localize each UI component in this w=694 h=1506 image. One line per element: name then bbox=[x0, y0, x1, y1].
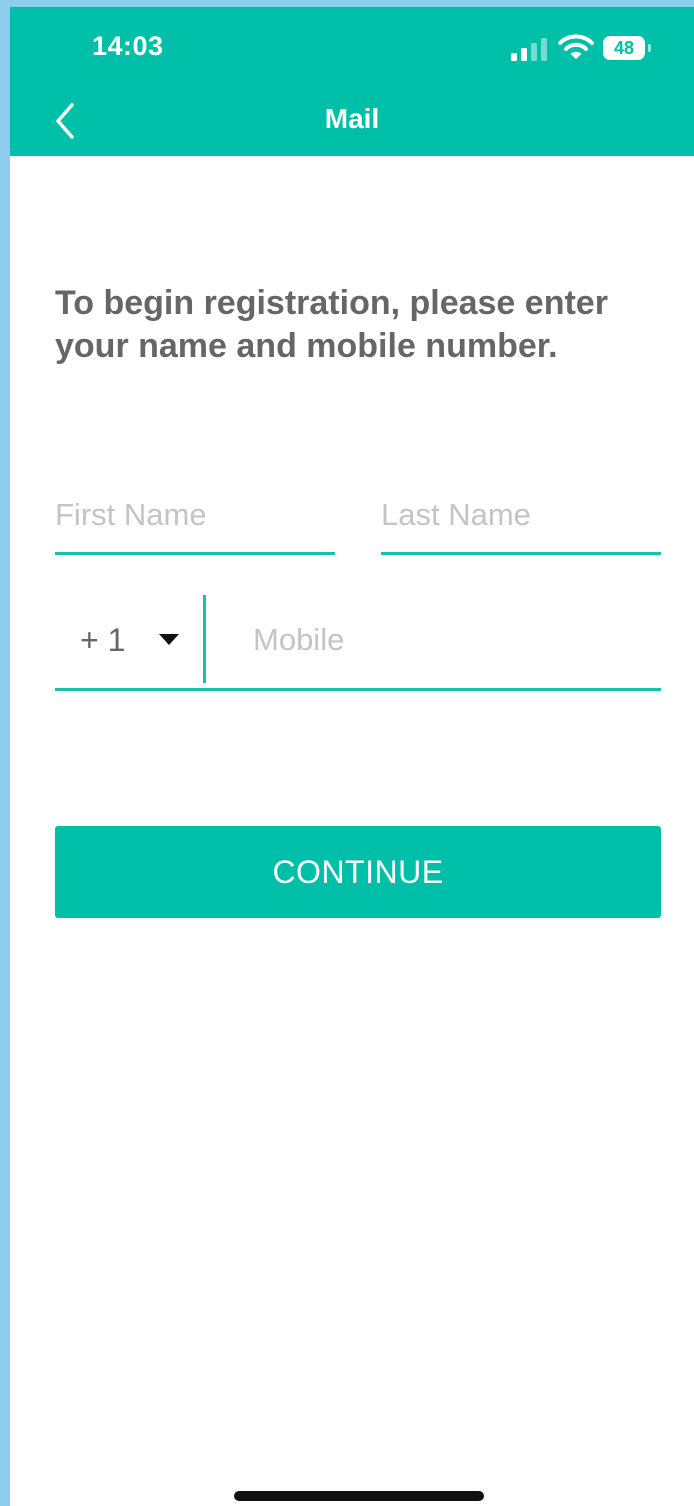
caret-down-icon bbox=[159, 634, 179, 645]
mobile-input[interactable] bbox=[253, 602, 653, 678]
battery-icon: 48 bbox=[603, 36, 645, 60]
continue-button[interactable]: CONTINUE bbox=[55, 826, 661, 918]
country-code-value: + 1 bbox=[80, 622, 126, 658]
page-title: Mail bbox=[324, 103, 380, 134]
field-divider bbox=[203, 595, 206, 683]
country-code-select[interactable]: + 1 bbox=[55, 592, 205, 688]
status-time: 14:03 bbox=[92, 31, 164, 61]
app-screen: 14:03 48 Mail To begin registration, ple… bbox=[10, 7, 694, 1506]
mobile-field-group: + 1 bbox=[55, 592, 661, 691]
first-name-input[interactable] bbox=[55, 477, 335, 555]
home-indicator bbox=[234, 1491, 484, 1501]
registration-prompt: To begin registration, please enter your… bbox=[55, 284, 608, 365]
battery-nub bbox=[648, 44, 651, 52]
wifi-icon bbox=[558, 34, 594, 59]
header-bar: 14:03 48 Mail bbox=[10, 7, 694, 156]
last-name-input[interactable] bbox=[381, 477, 661, 555]
battery-level: 48 bbox=[613, 38, 635, 58]
signal-icon bbox=[511, 37, 549, 61]
